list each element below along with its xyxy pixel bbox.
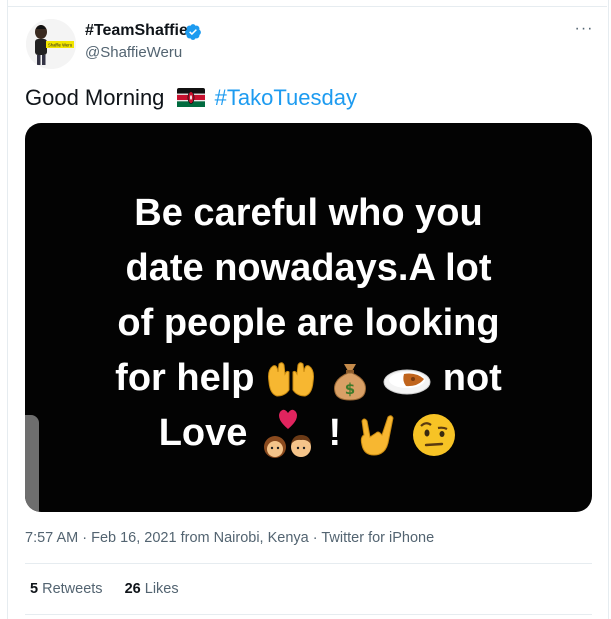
retweets-count: 5	[30, 581, 39, 597]
meta-separator: ·	[78, 530, 92, 546]
retweets-stat[interactable]: 5 Retweets	[30, 581, 107, 597]
top-divider	[7, 0, 607, 7]
tweet-location-link[interactable]: Nairobi, Kenya	[214, 530, 309, 546]
tweet-media-image[interactable]: Be careful who you date nowadays.A lot o…	[25, 123, 592, 512]
meta-from: from	[176, 530, 214, 546]
quote-line-1: Be careful who you	[134, 192, 483, 234]
quote-line-5-bang: !	[328, 412, 342, 454]
likes-label: Likes	[144, 581, 179, 597]
quote-line-4-text: for help	[115, 357, 255, 399]
money-bag-icon: $	[333, 363, 366, 401]
author-handle[interactable]: @ShaffieWeru	[85, 44, 182, 61]
tweet-source-link[interactable]: Twitter for iPhone	[321, 530, 434, 546]
kenya-flag-icon	[176, 88, 205, 107]
tweet-text: Good Morning #TakoTuesday	[25, 85, 357, 111]
tweet-stats: 5 Retweets 26 Likes	[30, 581, 197, 597]
quote-line-3: of people are looking	[117, 302, 500, 344]
more-options-icon[interactable]: ···	[572, 20, 596, 40]
meta-separator: ·	[308, 530, 322, 546]
likes-stat[interactable]: 26 Likes	[125, 581, 179, 597]
quote-line-2: date nowadays.A lot	[125, 247, 492, 289]
quote-line-4: for help $ not	[25, 351, 592, 406]
avatar-badge-text: Shaffie Weru	[48, 42, 73, 47]
avatar[interactable]: Shaffie Weru	[26, 19, 76, 69]
raised-eyebrow-face-icon	[413, 413, 456, 456]
love-you-gesture-icon	[360, 415, 394, 456]
couple-with-heart-icon	[263, 409, 311, 458]
display-name[interactable]: #TeamShaffie	[85, 22, 188, 40]
likes-count: 26	[124, 581, 141, 597]
svg-text:$: $	[344, 380, 354, 398]
quote-line-4-end: not	[442, 357, 502, 399]
retweets-label: Retweets	[42, 581, 103, 597]
divider	[25, 614, 592, 615]
tweet-time-link[interactable]: 7:57 AM	[25, 530, 78, 546]
quote-line-5-text: Love	[158, 412, 248, 454]
verified-badge-icon	[185, 24, 201, 40]
open-hands-icon	[268, 362, 315, 397]
hashtag-link[interactable]: #TakoTuesday	[215, 85, 357, 110]
quote-line-5: Love !	[25, 406, 592, 463]
tweet-text-body: Good Morning	[25, 85, 165, 110]
tweet-date-link[interactable]: Feb 16, 2021	[91, 530, 176, 546]
avatar-image: Shaffie Weru	[26, 19, 76, 69]
tweet-meta: 7:57 AM · Feb 16, 2021 from Nairobi, Ken…	[25, 530, 434, 546]
curry-rice-icon	[383, 369, 431, 395]
divider	[25, 563, 592, 564]
media-quote-text: Be careful who you date nowadays.A lot o…	[25, 186, 592, 463]
